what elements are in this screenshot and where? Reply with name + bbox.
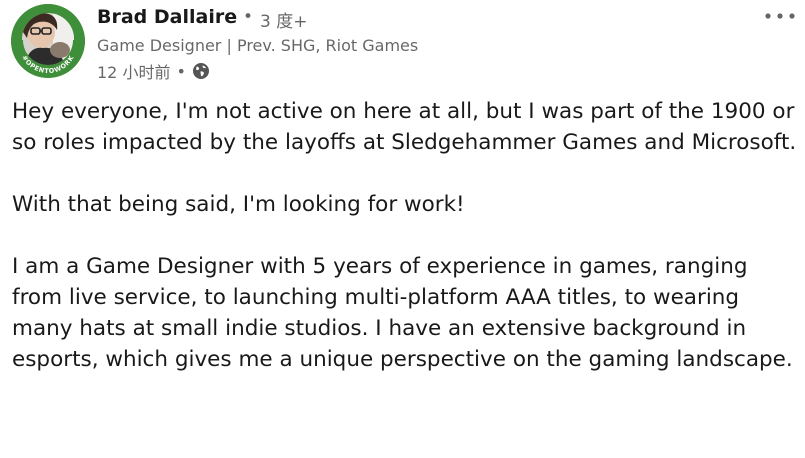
post-commentary: Hey everyone, I'm not active on here at …	[12, 96, 797, 406]
connection-degree: 3 度+	[260, 12, 308, 32]
actor-headline: Game Designer | Prev. SHG, Riot Games	[97, 36, 419, 55]
meta-separator: •	[176, 61, 186, 81]
avatar-open-to-work-frame: #OPENTOWORK	[11, 4, 85, 78]
actor-separator: •	[243, 7, 254, 27]
commentary-paragraph: Hey everyone, I'm not active on here at …	[12, 99, 797, 155]
avatar[interactable]: #OPENTOWORK	[11, 4, 85, 78]
commentary-paragraph: I am a Game Designer with 5 years of exp…	[12, 254, 793, 372]
feed-post: #OPENTOWORK Brad Dallaire • 3 度+ Game De…	[0, 0, 805, 458]
actor-name[interactable]: Brad Dallaire	[97, 6, 237, 28]
commentary-paragraph: With that being said, I'm looking for wo…	[12, 192, 465, 217]
more-horizontal-icon	[765, 13, 795, 19]
globe-icon	[192, 62, 210, 80]
post-meta: 12 小时前 •	[97, 60, 210, 82]
post-timestamp: 12 小时前	[97, 63, 171, 82]
more-options-button[interactable]	[760, 4, 800, 28]
